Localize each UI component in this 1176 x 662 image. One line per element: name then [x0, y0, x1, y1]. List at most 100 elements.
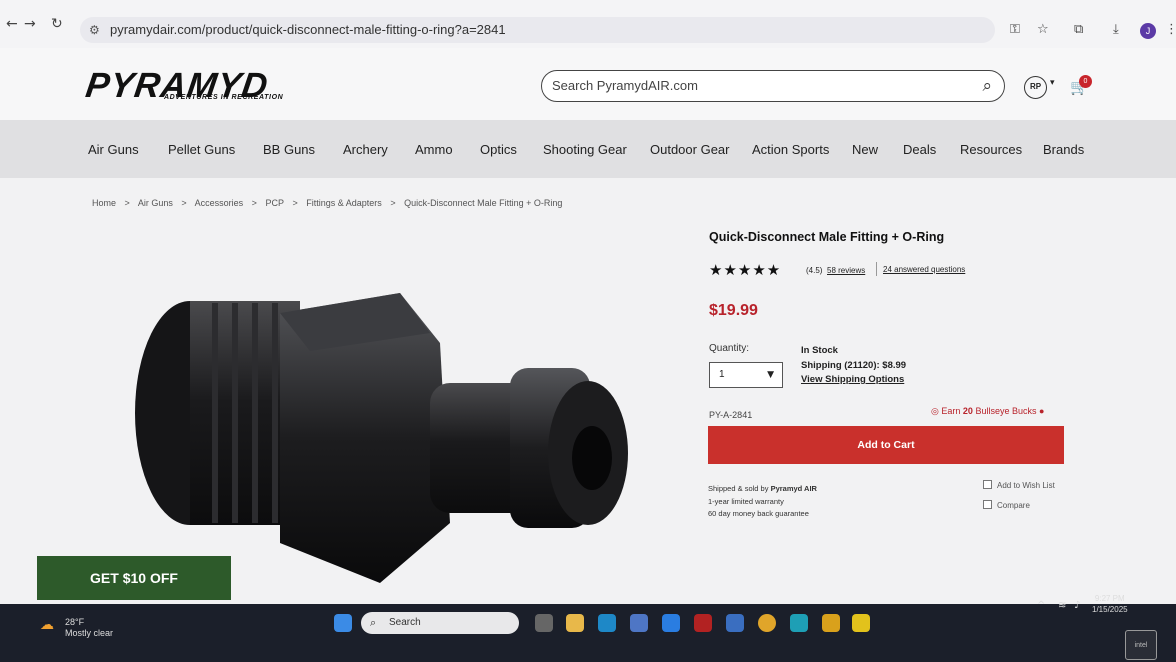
nav-item-brands[interactable]: Brands — [1043, 142, 1084, 157]
app-icon[interactable] — [662, 614, 680, 632]
rating-stars-icon[interactable]: ★★★★★ — [709, 261, 781, 279]
chevron-down-icon: ▼ — [767, 370, 774, 380]
search-icon[interactable]: ⌕ — [982, 71, 992, 101]
nav-item-optics[interactable]: Optics — [480, 142, 517, 157]
breadcrumb-separator: > — [181, 198, 187, 208]
nav-item-resources[interactable]: Resources — [960, 142, 1022, 157]
view-shipping-options-link[interactable]: View Shipping Options — [801, 374, 904, 385]
nav-item-new[interactable]: New — [852, 142, 878, 157]
add-to-cart-button[interactable]: Add to Cart — [708, 426, 1064, 464]
divider — [876, 262, 877, 276]
breadcrumb: Home > Air Guns > Accessories > PCP > Fi… — [92, 198, 568, 208]
nav-item-action-sports[interactable]: Action Sports — [752, 142, 829, 157]
extensions-icon[interactable]: ⧉ — [1074, 22, 1083, 37]
breadcrumb-home[interactable]: Home — [92, 198, 116, 208]
temperature: 28°F — [65, 617, 85, 627]
start-menu-icon[interactable] — [334, 614, 352, 632]
mcafee-icon[interactable] — [694, 614, 712, 632]
reviews-link[interactable]: 58 reviews — [827, 266, 865, 275]
nav-item-archery[interactable]: Archery — [343, 142, 388, 157]
answered-questions-link[interactable]: 24 answered questions — [883, 265, 965, 274]
system-clock[interactable]: 9:27 PM 1/15/2025 — [1092, 593, 1128, 615]
nav-item-outdoor-gear[interactable]: Outdoor Gear — [650, 142, 730, 157]
compare-label: Compare — [997, 501, 1030, 510]
quantity-label: Quantity: — [709, 343, 750, 354]
address-bar[interactable]: ⚙ pyramydair.com/product/quick-disconnec… — [80, 17, 995, 43]
account-avatar[interactable]: RP — [1024, 76, 1047, 99]
breadcrumb-accessories[interactable]: Accessories — [195, 198, 244, 208]
bucks-prefix: Earn — [941, 406, 961, 416]
password-key-icon[interactable]: ⚿ — [1010, 22, 1020, 37]
breadcrumb-separator: > — [124, 198, 130, 208]
url-text: pyramydair.com/product/quick-disconnect-… — [110, 22, 506, 37]
chrome-icon[interactable] — [758, 614, 776, 632]
edge-icon[interactable] — [598, 614, 616, 632]
product-sku: PY-A-2841 — [709, 410, 753, 420]
checkbox-icon[interactable] — [983, 480, 992, 489]
checkbox-icon[interactable] — [983, 500, 992, 509]
task-view-icon[interactable] — [535, 614, 553, 632]
back-arrow-icon[interactable]: ← — [6, 16, 18, 32]
chevron-up-icon[interactable]: ^ — [1037, 600, 1045, 611]
app-icon[interactable] — [852, 614, 870, 632]
product-title: Quick-Disconnect Male Fitting + O-Ring — [709, 230, 945, 244]
compare-checkbox[interactable]: Compare — [983, 500, 1030, 510]
seller-info: Shipped & sold by Pyramyd AIR 1-year lim… — [708, 483, 817, 521]
intel-app-icon[interactable] — [726, 614, 744, 632]
nav-item-deals[interactable]: Deals — [903, 142, 936, 157]
download-icon[interactable]: ⤓ — [1113, 22, 1119, 37]
product-image[interactable] — [130, 273, 640, 593]
reload-icon[interactable]: ↻ — [51, 16, 63, 32]
volume-icon[interactable]: ♪ — [1074, 600, 1080, 611]
nav-item-bb-guns[interactable]: BB Guns — [263, 142, 315, 157]
site-header: PYRAMYD ADVENTURES IN RECREATION Search … — [0, 48, 1176, 120]
quantity-value: 1 — [719, 369, 725, 380]
breadcrumb-current: Quick-Disconnect Male Fitting + O-Ring — [404, 198, 563, 208]
warranty-text: 1-year limited warranty — [708, 496, 784, 506]
wifi-icon[interactable]: ≋ — [1058, 600, 1066, 611]
nav-item-ammo[interactable]: Ammo — [415, 142, 453, 157]
store-icon[interactable] — [630, 614, 648, 632]
browser-toolbar: ← → ↻ ⚙ pyramydair.com/product/quick-dis… — [0, 0, 1176, 48]
app-icon[interactable] — [790, 614, 808, 632]
nav-item-air-guns[interactable]: Air Guns — [88, 142, 139, 157]
breadcrumb-separator: > — [390, 198, 396, 208]
guarantee-text: 60 day money back guarantee — [708, 509, 809, 518]
search-placeholder: Search PyramydAIR.com — [552, 78, 698, 93]
breadcrumb-pcp[interactable]: PCP — [265, 198, 284, 208]
quantity-select[interactable]: 1 ▼ — [709, 362, 783, 388]
clock-time: 9:27 PM — [1094, 594, 1125, 603]
forward-arrow-icon[interactable]: → — [24, 16, 36, 32]
stock-status: In Stock — [801, 345, 838, 356]
app-icon[interactable] — [822, 614, 840, 632]
cart-count-badge: 0 — [1079, 75, 1092, 88]
profile-avatar[interactable]: J — [1140, 23, 1156, 39]
add-to-wishlist-checkbox[interactable]: Add to Wish List — [983, 480, 1055, 490]
info-icon[interactable]: ● — [1039, 406, 1044, 416]
site-search-input[interactable]: Search PyramydAIR.com ⌕ — [541, 70, 1005, 102]
intel-sticker: intel — [1125, 630, 1157, 660]
get-10-off-button[interactable]: GET $10 OFF — [37, 556, 231, 600]
search-icon: ⌕ — [370, 616, 377, 629]
menu-kebab-icon[interactable]: ⋮ — [1165, 22, 1176, 37]
weather-condition: Mostly clear — [65, 628, 114, 638]
nav-item-shooting-gear[interactable]: Shooting Gear — [543, 142, 627, 157]
breadcrumb-fittings[interactable]: Fittings & Adapters — [306, 198, 382, 208]
main-navigation: Air Guns Pellet Guns BB Guns Archery Amm… — [0, 120, 1176, 178]
taskbar-search-label: Search — [389, 617, 421, 628]
account-dropdown-icon[interactable]: ▾ — [1050, 78, 1055, 88]
site-info-icon[interactable]: ⚙ — [89, 17, 100, 43]
nav-item-pellet-guns[interactable]: Pellet Guns — [168, 142, 235, 157]
bullseye-bucks: ◎ Earn 20 Bullseye Bucks ● — [931, 406, 1044, 417]
taskbar-search[interactable]: ⌕ Search — [361, 612, 519, 634]
bookmark-star-icon[interactable]: ☆ — [1037, 22, 1049, 37]
windows-taskbar — [0, 604, 1176, 662]
shipping-cost: Shipping (21120): $8.99 — [801, 360, 907, 371]
target-icon: ◎ — [931, 406, 939, 416]
product-price: $19.99 — [709, 302, 758, 319]
breadcrumb-air-guns[interactable]: Air Guns — [138, 198, 173, 208]
file-explorer-icon[interactable] — [566, 614, 584, 632]
bucks-suffix: Bullseye Bucks — [975, 406, 1037, 416]
rating-value: (4.5) — [806, 266, 823, 275]
breadcrumb-separator: > — [251, 198, 257, 208]
